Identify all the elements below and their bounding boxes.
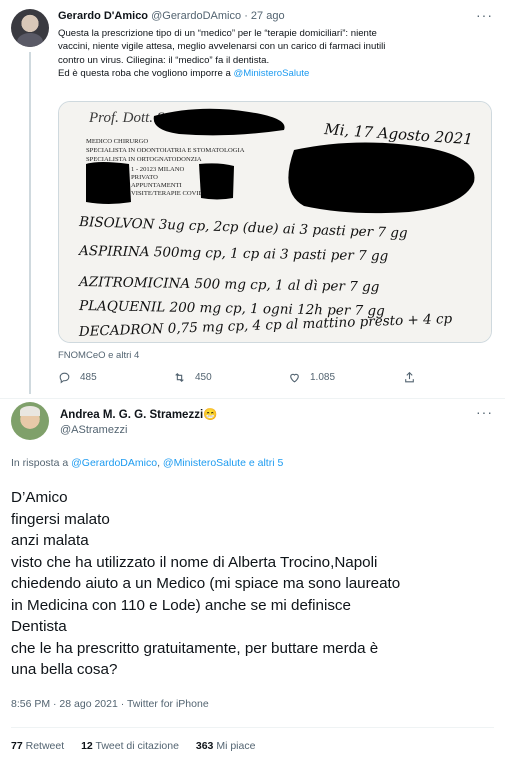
grin-emoji-icon: 😁 xyxy=(203,409,218,421)
reply-count: 485 xyxy=(80,372,97,383)
avatar[interactable] xyxy=(11,402,49,440)
stamp-header-text: Prof. Dott. S xyxy=(88,110,165,126)
tweet-body-line: fingersi malato xyxy=(11,510,110,528)
like-stat-label: Mi piace xyxy=(216,740,256,752)
handle[interactable]: @GerardoDAmico xyxy=(151,10,241,22)
tweet-actions: 485 450 1.085 xyxy=(58,371,478,387)
quote-stat-count: 12 xyxy=(81,740,93,752)
more-icon[interactable]: ··· xyxy=(476,404,493,420)
stamp-line: SPECIALISTA IN ORTOGNATODONZIA xyxy=(86,156,202,163)
tweet-body-line: in Medicina con 110 e Lode) anche se mi … xyxy=(11,596,351,614)
stamp-line: APPUNTAMENTI xyxy=(131,182,182,189)
like-action[interactable]: 1.085 xyxy=(288,371,335,384)
reply-prefix: In risposta a xyxy=(11,457,72,469)
retweet-action[interactable]: 450 xyxy=(173,371,212,384)
divider xyxy=(11,727,494,728)
tweet-body-line: D’Amico xyxy=(11,489,68,506)
prescription-image[interactable]: Prof. Dott. S MEDICO CHIRURGO SPECIALIST… xyxy=(58,101,492,343)
tweet-text-line: Questa la prescrizione tipo di un “medic… xyxy=(58,28,377,39)
tweet-date[interactable]: 27 ago xyxy=(251,10,285,22)
tweet-timestamp[interactable]: 8:56 PM · 28 ago 2021 · Twitter for iPho… xyxy=(11,698,209,710)
mention-link[interactable]: @MinisteroSalute xyxy=(163,457,246,469)
like-stat[interactable]: 363 Mi piace xyxy=(196,740,256,752)
thread-connector-line xyxy=(29,52,31,394)
redaction-scribble xyxy=(86,162,131,204)
tweet-text-line: Ed è questa roba che vogliono imporre a … xyxy=(58,67,498,80)
display-name[interactable]: Andrea M. G. G. Stramezzi😁 xyxy=(60,407,217,421)
tweet-text-line: contro un virus. Ciliegina: il “medico” … xyxy=(58,54,270,66)
tweet-stats: 77 Retweet 12 Tweet di citazione 363 Mi … xyxy=(11,740,269,752)
display-name-text: Andrea M. G. G. Stramezzi xyxy=(60,409,204,421)
mention-link[interactable]: @GerardoDAmico xyxy=(71,457,157,469)
retweet-stat-count: 77 xyxy=(11,740,23,752)
retweet-count: 450 xyxy=(195,372,212,383)
like-count: 1.085 xyxy=(310,372,336,383)
header-separator: · xyxy=(244,10,248,22)
tweet-body-line: che le ha prescritto gratuitamente, per … xyxy=(11,639,379,657)
more-icon[interactable]: ··· xyxy=(476,7,493,23)
others-link[interactable]: e altri 5 xyxy=(246,457,283,469)
reply-action[interactable]: 485 xyxy=(58,371,97,384)
divider xyxy=(0,398,505,399)
quote-stat-label: Tweet di citazione xyxy=(95,740,179,752)
tweet-body-line: anzi malata xyxy=(11,532,89,549)
tweet-text-line: vaccini, niente vigile attesa, meglio av… xyxy=(58,41,386,53)
share-icon xyxy=(405,371,414,383)
tweet-body-line: una bella cosa? xyxy=(11,661,118,678)
retweet-stat-label: Retweet xyxy=(25,740,65,752)
stamp-line: VISITE/TERAPIE COVID 19 xyxy=(131,190,212,197)
mention-link[interactable]: @MinisteroSalute xyxy=(233,68,309,79)
tweet-body-line: visto che ha utilizzato il nome di Alber… xyxy=(11,553,378,571)
redaction-scribble xyxy=(199,163,234,200)
quote-stat[interactable]: 12 Tweet di citazione xyxy=(81,740,179,752)
retweet-stat[interactable]: 77 Retweet xyxy=(11,740,64,752)
share-action[interactable] xyxy=(403,371,416,384)
reply-icon xyxy=(59,372,70,384)
stamp-line: MEDICO CHIRURGO xyxy=(86,138,148,145)
reply-context: In risposta a @GerardoDAmico, @Ministero… xyxy=(11,457,283,469)
stamp-line: PRIVATO xyxy=(131,174,158,181)
tweet-header: Gerardo D'Amico @GerardoDAmico · 27 ago xyxy=(58,10,285,22)
tweet-body-line: chiedendo aiuto a un Medico (mi spiace m… xyxy=(11,575,401,592)
tweet-text-fragment: Ed è questa roba che vogliono imporre a xyxy=(58,68,234,80)
stamp-line: SPECIALISTA IN ODONTOIATRIA E STOMATOLOG… xyxy=(86,147,245,154)
stamp-line: 1 - 20123 MILANO xyxy=(131,166,185,173)
display-name[interactable]: Gerardo D'Amico xyxy=(58,10,148,22)
tweet-body-line: Dentista xyxy=(11,618,67,635)
redaction-scribble xyxy=(288,142,475,214)
handle[interactable]: @AStramezzi xyxy=(60,424,127,436)
retweet-icon xyxy=(175,372,184,383)
tweet-body: D’Amico fingersi malato anzi malata vist… xyxy=(11,487,496,681)
heart-icon xyxy=(290,373,299,383)
parent-tweet[interactable]: Gerardo D'Amico @GerardoDAmico · 27 ago … xyxy=(0,0,505,398)
avatar[interactable] xyxy=(11,9,49,47)
tagged-users[interactable]: FNOMCeO e altri 4 xyxy=(58,350,139,361)
like-stat-count: 363 xyxy=(195,740,214,752)
tweet-text: Questa la prescrizione tipo di un “medic… xyxy=(58,27,498,81)
